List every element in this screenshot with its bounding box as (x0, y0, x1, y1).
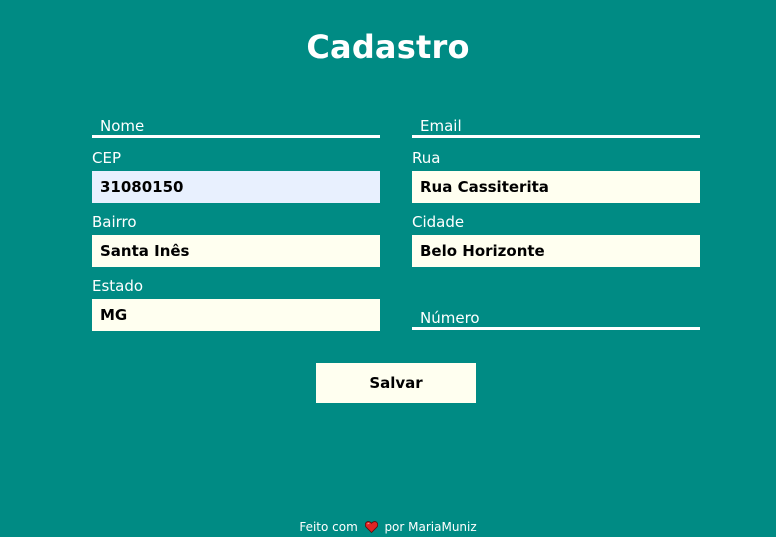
nome-field-wrapper (92, 116, 380, 138)
page-title: Cadastro (306, 28, 470, 66)
rua-label: Rua (412, 149, 441, 167)
footer-suffix: por MariaMuniz (384, 520, 477, 534)
estado-label: Estado (92, 277, 144, 295)
cidade-input[interactable] (412, 235, 700, 267)
save-button[interactable]: Salvar (316, 363, 476, 403)
numero-field-wrapper (412, 308, 700, 330)
footer-prefix: Feito com (299, 520, 358, 534)
nome-input[interactable] (92, 116, 380, 138)
footer: Feito com por MariaMuniz (0, 519, 776, 537)
numero-input[interactable] (412, 308, 700, 330)
bairro-field-wrapper: Bairro (92, 213, 380, 267)
cep-field-wrapper: CEP (92, 149, 380, 203)
rua-field-wrapper: Rua (412, 149, 700, 203)
cep-input[interactable] (92, 171, 380, 203)
cep-label: CEP (92, 149, 121, 167)
heart-icon (364, 521, 378, 537)
email-input[interactable] (412, 116, 700, 138)
estado-input[interactable] (92, 299, 380, 331)
rua-input[interactable] (412, 171, 700, 203)
bairro-label: Bairro (92, 213, 137, 231)
cidade-field-wrapper: Cidade (412, 213, 700, 267)
email-field-wrapper (412, 116, 700, 138)
estado-field-wrapper: Estado (92, 277, 380, 331)
bairro-input[interactable] (92, 235, 380, 267)
cidade-label: Cidade (412, 213, 465, 231)
